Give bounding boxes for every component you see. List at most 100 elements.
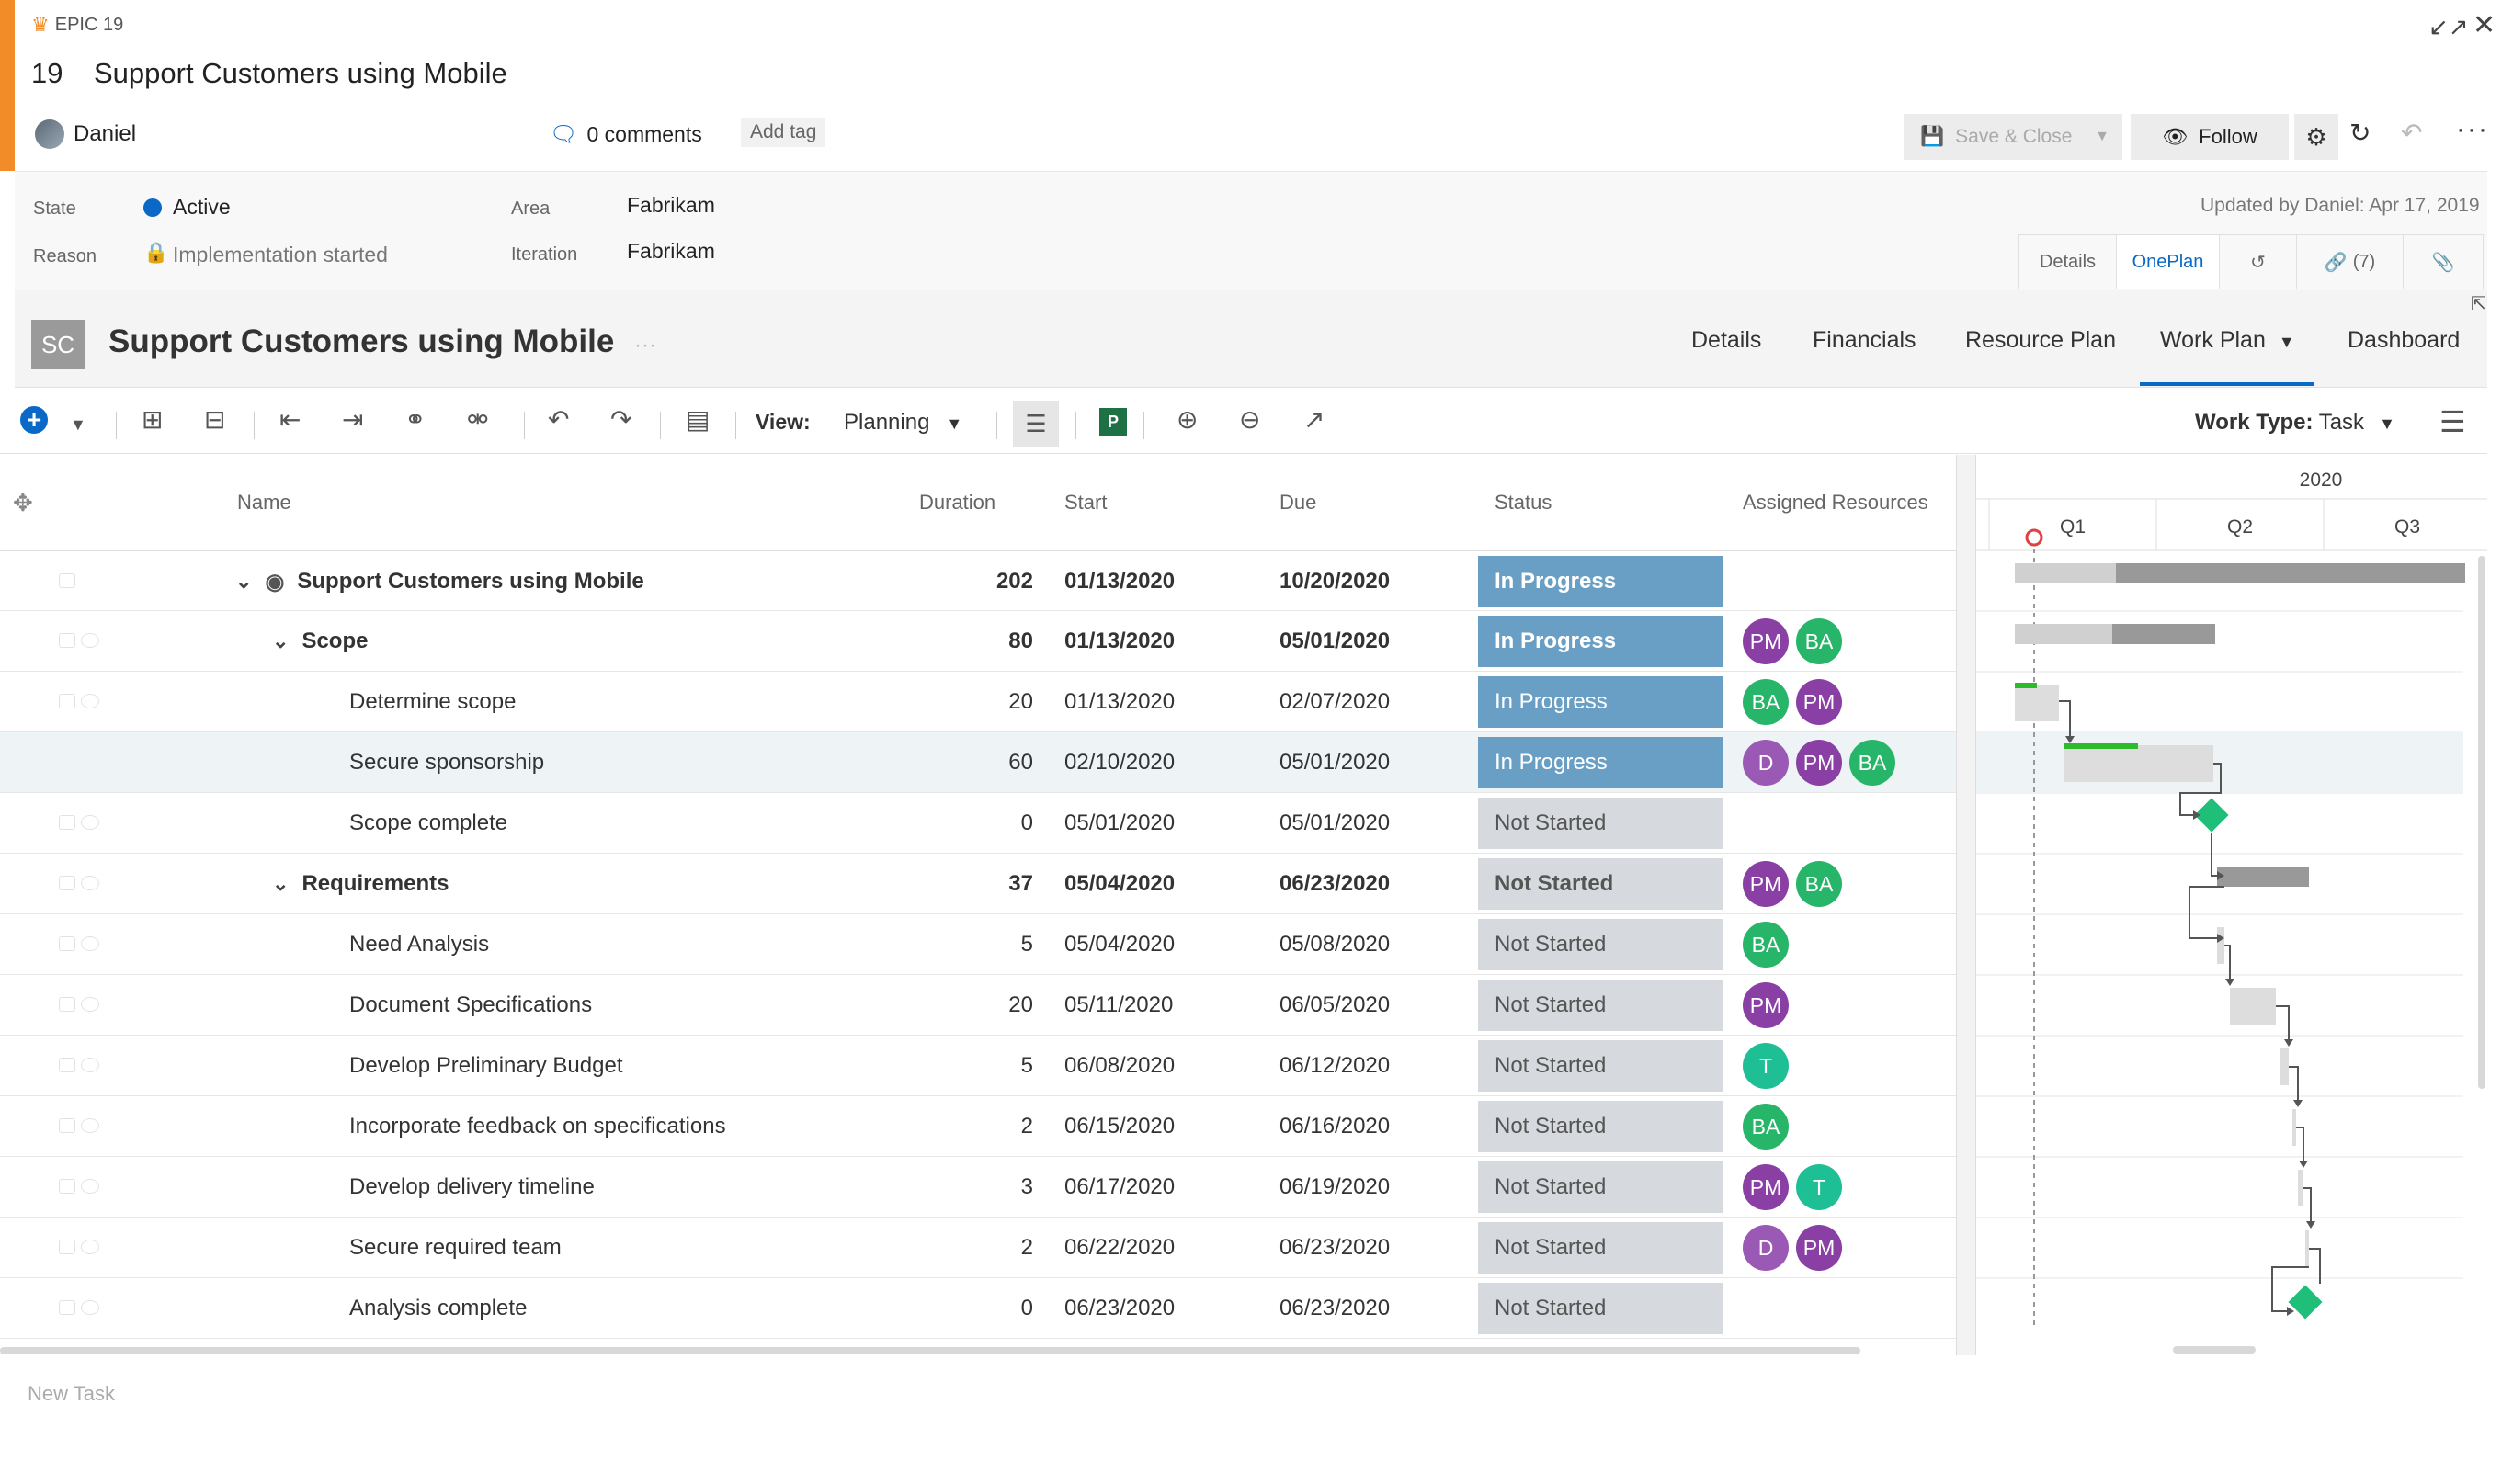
area-field[interactable]: Fabrikam bbox=[627, 193, 715, 218]
table-row[interactable]: Need Analysis 5 05/04/2020 05/08/2020 No… bbox=[0, 914, 1956, 975]
project-more-icon[interactable]: ··· bbox=[634, 333, 656, 358]
tab-history[interactable]: ↺ bbox=[2220, 235, 2297, 289]
task-duration[interactable]: 2 bbox=[919, 1218, 1033, 1278]
assigned-resources[interactable]: PM BA bbox=[1743, 618, 1842, 664]
gantt-task-bar[interactable] bbox=[2298, 1170, 2303, 1206]
gantt-summary-bar[interactable] bbox=[2217, 867, 2309, 887]
comments-link[interactable]: 🗨 0 comments bbox=[550, 121, 702, 148]
assigned-resources[interactable]: BA bbox=[1743, 922, 1789, 968]
row-icons[interactable] bbox=[59, 1058, 99, 1072]
horizontal-scrollbar[interactable] bbox=[0, 1347, 1860, 1354]
task-name[interactable]: Analysis complete bbox=[349, 1278, 527, 1339]
table-row[interactable]: Determine scope 20 01/13/2020 02/07/2020… bbox=[0, 672, 1956, 732]
tab-details[interactable]: Details bbox=[2019, 235, 2117, 289]
task-duration[interactable]: 20 bbox=[919, 975, 1033, 1036]
task-duration[interactable]: 60 bbox=[919, 732, 1033, 793]
task-duration[interactable]: 202 bbox=[919, 551, 1033, 612]
save-close-button[interactable]: 💾 Save & Close ▼ bbox=[1904, 114, 2122, 160]
task-name[interactable]: Develop delivery timeline bbox=[349, 1157, 595, 1218]
outdent-icon[interactable]: ⇤ bbox=[279, 404, 301, 435]
task-start[interactable]: 05/11/2020 bbox=[1064, 975, 1173, 1036]
table-row[interactable]: Secure sponsorship 60 02/10/2020 05/01/2… bbox=[0, 732, 1956, 793]
tab-oneplan[interactable]: OnePlan bbox=[2117, 235, 2220, 289]
avatar[interactable]: BA bbox=[1743, 922, 1789, 968]
task-duration[interactable]: 3 bbox=[919, 1157, 1033, 1218]
assigned-resources[interactable]: BA PM bbox=[1743, 679, 1842, 725]
avatar[interactable]: PM bbox=[1743, 982, 1789, 1028]
gantt-task-bar[interactable] bbox=[2217, 927, 2224, 964]
assigned-resources[interactable]: BA bbox=[1743, 1104, 1789, 1150]
task-due[interactable]: 06/19/2020 bbox=[1279, 1157, 1390, 1218]
task-name[interactable]: Need Analysis bbox=[349, 914, 489, 975]
assigned-resources[interactable]: PM T bbox=[1743, 1164, 1842, 1210]
iteration-field[interactable]: Fabrikam bbox=[627, 239, 715, 264]
gantt-toggle-icon[interactable]: ☰ bbox=[1013, 401, 1059, 447]
task-name[interactable]: Document Specifications bbox=[349, 975, 592, 1036]
status-badge[interactable]: Not Started bbox=[1478, 1161, 1723, 1213]
task-start[interactable]: 06/23/2020 bbox=[1064, 1278, 1175, 1339]
task-start[interactable]: 01/13/2020 bbox=[1064, 611, 1175, 672]
refresh-icon[interactable]: ↻ bbox=[2349, 118, 2371, 148]
oneplan-tab-details[interactable]: Details bbox=[1691, 327, 1761, 354]
gantt-task-bar[interactable] bbox=[2280, 1048, 2289, 1085]
task-duration[interactable]: 80 bbox=[919, 611, 1033, 672]
row-icons[interactable] bbox=[59, 694, 99, 708]
gantt-task-bar[interactable] bbox=[2064, 745, 2213, 782]
pane-splitter[interactable] bbox=[1956, 455, 1976, 1355]
avatar[interactable]: D bbox=[1743, 740, 1789, 786]
unlink-tasks-icon[interactable]: ⚮ bbox=[467, 404, 488, 435]
status-badge[interactable]: Not Started bbox=[1478, 1040, 1723, 1092]
indent-icon[interactable]: ⇥ bbox=[342, 404, 363, 435]
assigned-resources[interactable]: D PM BA bbox=[1743, 740, 1895, 786]
gantt-task-bar[interactable] bbox=[2292, 1109, 2296, 1146]
status-badge[interactable]: In Progress bbox=[1478, 737, 1723, 788]
task-due[interactable]: 05/08/2020 bbox=[1279, 914, 1390, 975]
avatar[interactable]: BA bbox=[1743, 679, 1789, 725]
table-row[interactable]: Analysis complete 0 06/23/2020 06/23/202… bbox=[0, 1278, 1956, 1339]
link-tasks-icon[interactable]: ⚭ bbox=[404, 404, 426, 435]
task-start[interactable]: 01/13/2020 bbox=[1064, 672, 1175, 732]
row-icons[interactable] bbox=[59, 1179, 99, 1194]
close-icon[interactable]: ✕ bbox=[2473, 9, 2496, 41]
avatar[interactable]: BA bbox=[1743, 1104, 1789, 1150]
undo-icon[interactable]: ↶ bbox=[2401, 118, 2422, 148]
task-name[interactable]: Develop Preliminary Budget bbox=[349, 1036, 622, 1096]
expand-icon[interactable]: ⇱ bbox=[2471, 292, 2486, 315]
task-duration[interactable]: 2 bbox=[919, 1096, 1033, 1157]
gantt-horizontal-scrollbar[interactable] bbox=[2173, 1346, 2256, 1354]
task-start[interactable]: 02/10/2020 bbox=[1064, 732, 1175, 793]
view-select[interactable]: Planning ▼ bbox=[844, 410, 962, 436]
open-external-icon[interactable]: ↗ bbox=[1303, 404, 1325, 435]
task-start[interactable]: 06/22/2020 bbox=[1064, 1218, 1175, 1278]
avatar[interactable]: D bbox=[1743, 1225, 1789, 1271]
assigned-resources[interactable]: PM BA bbox=[1743, 861, 1842, 907]
avatar[interactable]: T bbox=[1743, 1043, 1789, 1089]
task-start[interactable]: 06/17/2020 bbox=[1064, 1157, 1175, 1218]
task-duration[interactable]: 0 bbox=[919, 793, 1033, 854]
status-badge[interactable]: Not Started bbox=[1478, 1101, 1723, 1152]
chevron-down-icon[interactable]: ⌄ bbox=[272, 629, 289, 653]
task-start[interactable]: 06/15/2020 bbox=[1064, 1096, 1175, 1157]
status-badge[interactable]: In Progress bbox=[1478, 556, 1723, 607]
status-badge[interactable]: In Progress bbox=[1478, 616, 1723, 667]
zoom-out-icon[interactable]: ⊖ bbox=[1239, 404, 1260, 435]
status-badge[interactable]: Not Started bbox=[1478, 858, 1723, 910]
oneplan-tab-resource-plan[interactable]: Resource Plan bbox=[1965, 327, 2116, 354]
status-badge[interactable]: Not Started bbox=[1478, 1283, 1723, 1334]
task-start[interactable]: 05/04/2020 bbox=[1064, 914, 1175, 975]
task-duration[interactable]: 5 bbox=[919, 914, 1033, 975]
table-row[interactable]: Document Specifications 20 05/11/2020 06… bbox=[0, 975, 1956, 1036]
task-start[interactable]: 05/04/2020 bbox=[1064, 854, 1175, 914]
chevron-down-icon[interactable]: ⌄ bbox=[235, 570, 252, 594]
status-badge[interactable]: Not Started bbox=[1478, 919, 1723, 970]
avatar[interactable]: T bbox=[1796, 1164, 1842, 1210]
task-details-icon[interactable]: ▤ bbox=[686, 404, 710, 435]
avatar[interactable]: PM bbox=[1796, 740, 1842, 786]
gantt-task-bar[interactable] bbox=[2015, 685, 2059, 721]
task-due[interactable]: 05/01/2020 bbox=[1279, 611, 1390, 672]
task-duration[interactable]: 37 bbox=[919, 854, 1033, 914]
avatar[interactable]: PM bbox=[1743, 861, 1789, 907]
table-row[interactable]: Scope complete 0 05/01/2020 05/01/2020 N… bbox=[0, 793, 1956, 854]
task-name[interactable]: Determine scope bbox=[349, 672, 516, 732]
row-icons[interactable] bbox=[59, 633, 99, 648]
